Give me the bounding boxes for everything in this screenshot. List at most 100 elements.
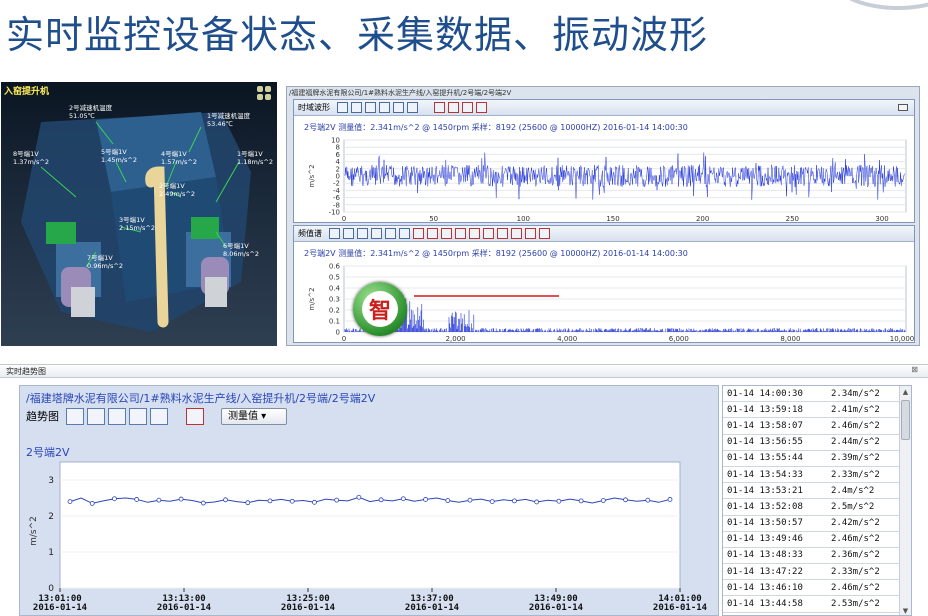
sensor-label[interactable]: 8号端1V 1.37m/s^2: [13, 150, 49, 166]
reading-value: 2.46m/s^2: [831, 534, 880, 545]
reading-row[interactable]: 01-14 14:00:30 2.34m/s^2: [723, 386, 911, 403]
plot-area: [59, 461, 681, 589]
logo-char: 智: [362, 291, 398, 327]
reading-row[interactable]: 01-14 13:49:46 2.46m/s^2: [723, 532, 911, 548]
bar-chart-icon[interactable]: [186, 407, 204, 425]
save-icon[interactable]: [66, 407, 84, 425]
scroll-down-icon[interactable]: ▼: [900, 605, 911, 615]
export-icon[interactable]: [150, 407, 168, 425]
x-tick-label: 2,000: [446, 335, 466, 343]
wave-icon[interactable]: [343, 228, 354, 239]
cursor-icon[interactable]: [393, 102, 404, 113]
zoom-in-icon[interactable]: [357, 228, 368, 239]
zoom-in-icon[interactable]: [365, 102, 376, 113]
export-icon[interactable]: [399, 228, 410, 239]
scroll-up-icon[interactable]: ▲: [900, 386, 911, 398]
dropdown-value: 测量值: [228, 410, 258, 422]
sensor-value: 8.06m/s^2: [223, 250, 259, 258]
close-icon[interactable]: ⊠: [911, 365, 918, 374]
save-icon[interactable]: [329, 228, 340, 239]
reading-row[interactable]: 01-14 13:58:07 2.46m/s^2: [723, 418, 911, 435]
y-tick-label: 0.2: [329, 307, 340, 315]
export-icon[interactable]: [407, 102, 418, 113]
spectrum-icon[interactable]: [413, 228, 424, 239]
sensor-label[interactable]: 1号端1V 1.18m/s^2: [237, 150, 273, 166]
sideband-icon[interactable]: [462, 102, 473, 113]
wave-icon[interactable]: [87, 407, 105, 425]
reading-time: 01-14 14:00:30: [727, 388, 803, 399]
minimize-icon[interactable]: [898, 104, 908, 111]
envelope-icon[interactable]: [525, 228, 536, 239]
data-point: [156, 497, 162, 503]
x-tick-label: 4,000: [557, 335, 577, 343]
reading-row[interactable]: 01-14 13:53:21 2.4m/s^2: [723, 483, 911, 500]
reading-time: 01-14 13:46:10: [727, 582, 803, 593]
reading-value: 2.33m/s^2: [831, 469, 880, 480]
reading-row[interactable]: 01-14 13:47:22 2.33m/s^2: [723, 564, 911, 581]
model-view-toggle-icon[interactable]: [257, 86, 271, 100]
sensor-label[interactable]: 6号端1V 8.06m/s^2: [223, 242, 259, 258]
panel-toolbar: 频值谱: [294, 226, 914, 242]
reading-row[interactable]: 01-14 13:56:55 2.44m/s^2: [723, 435, 911, 451]
reading-value: 2.33m/s^2: [831, 566, 880, 577]
sensor-label[interactable]: 2号减速机温度 51.05℃: [69, 104, 112, 120]
x-tick-date: 2016-01-14: [281, 603, 336, 613]
sensor-label[interactable]: 5号端1V 1.45m/s^2: [101, 148, 137, 164]
x-tick-date: 2016-01-14: [33, 603, 88, 613]
list-icon[interactable]: [497, 228, 508, 239]
x-tick-date: 2016-01-14: [653, 603, 708, 613]
compare-icon[interactable]: [539, 228, 550, 239]
cursor-icon[interactable]: [385, 228, 396, 239]
sensor-label[interactable]: 2号端1V 2.49m/s^2: [159, 182, 195, 198]
scrollbar[interactable]: ▲ ▼: [899, 386, 911, 615]
reading-time: 01-14 13:55:44: [727, 453, 803, 464]
order-icon[interactable]: [511, 228, 522, 239]
sideband-icon[interactable]: [441, 228, 452, 239]
sensor-label[interactable]: 7号端1V 0.96m/s^2: [87, 254, 123, 270]
band-icon[interactable]: [483, 228, 494, 239]
bar-icon[interactable]: [476, 102, 487, 113]
data-point: [267, 498, 273, 504]
reading-row[interactable]: 01-14 13:55:44 2.39m/s^2: [723, 451, 911, 467]
reading-row[interactable]: 01-14 13:46:10 2.46m/s^2: [723, 580, 911, 597]
readings-list: 01-14 14:00:30 2.34m/s^2 01-14 13:59:18 2.4…: [722, 385, 912, 616]
reading-time: 01-14 13:53:21: [727, 485, 803, 496]
zoom-out-icon[interactable]: [129, 407, 147, 425]
y-tick-label: 0.3: [329, 296, 340, 304]
sensor-value: 2.49m/s^2: [159, 190, 195, 198]
save-icon[interactable]: [337, 102, 348, 113]
measure-dropdown[interactable]: 测量值 ▾: [221, 407, 287, 425]
reading-row[interactable]: 01-14 13:50:57 2.42m/s^2: [723, 516, 911, 532]
sensor-value: 0.96m/s^2: [87, 262, 123, 270]
data-point: [200, 500, 206, 506]
trend-window-title: 实时趋势图: [6, 367, 46, 376]
spectrum-icon[interactable]: [434, 102, 445, 113]
peak-icon[interactable]: [469, 228, 480, 239]
sensor-label[interactable]: 4号端1V 1.57m/s^2: [161, 150, 197, 166]
x-tick-label: 0: [342, 335, 346, 343]
sensor-name: 2号减速机温度: [69, 104, 113, 112]
reading-row[interactable]: 01-14 13:48:33 2.36m/s^2: [723, 548, 911, 565]
x-tick-label: 200: [696, 215, 709, 223]
zoom-in-icon[interactable]: [108, 407, 126, 425]
reading-time: 01-14 13:59:18: [727, 404, 803, 415]
harmonic-icon[interactable]: [427, 228, 438, 239]
reading-row[interactable]: 01-14 13:44:58 2.53m/s^2: [723, 596, 911, 613]
reading-row[interactable]: 01-14 13:59:18 2.41m/s^2: [723, 402, 911, 419]
reading-row[interactable]: 01-14 13:54:33 2.33m/s^2: [723, 467, 911, 484]
reading-value: 2.36m/s^2: [831, 550, 880, 561]
scroll-thumb[interactable]: [901, 400, 910, 440]
zoom-out-icon[interactable]: [371, 228, 382, 239]
sensor-value: 1.18m/s^2: [237, 158, 273, 166]
y-tick-label: 0: [48, 584, 54, 594]
reading-row[interactable]: 01-14 13:52:08 2.5m/s^2: [723, 499, 911, 516]
sensor-label[interactable]: 1号减速机温度 53.46℃: [207, 112, 250, 128]
data-point: [223, 497, 228, 503]
x-tick-label: 100: [517, 215, 530, 223]
zoom-out-icon[interactable]: [379, 102, 390, 113]
wave-icon[interactable]: [351, 102, 362, 113]
sensor-label[interactable]: 3号端1V 2.15m/s^2: [119, 216, 155, 232]
y-tick-label: 0.5: [329, 274, 340, 282]
bar-icon[interactable]: [455, 228, 466, 239]
harmonic-icon[interactable]: [448, 102, 459, 113]
